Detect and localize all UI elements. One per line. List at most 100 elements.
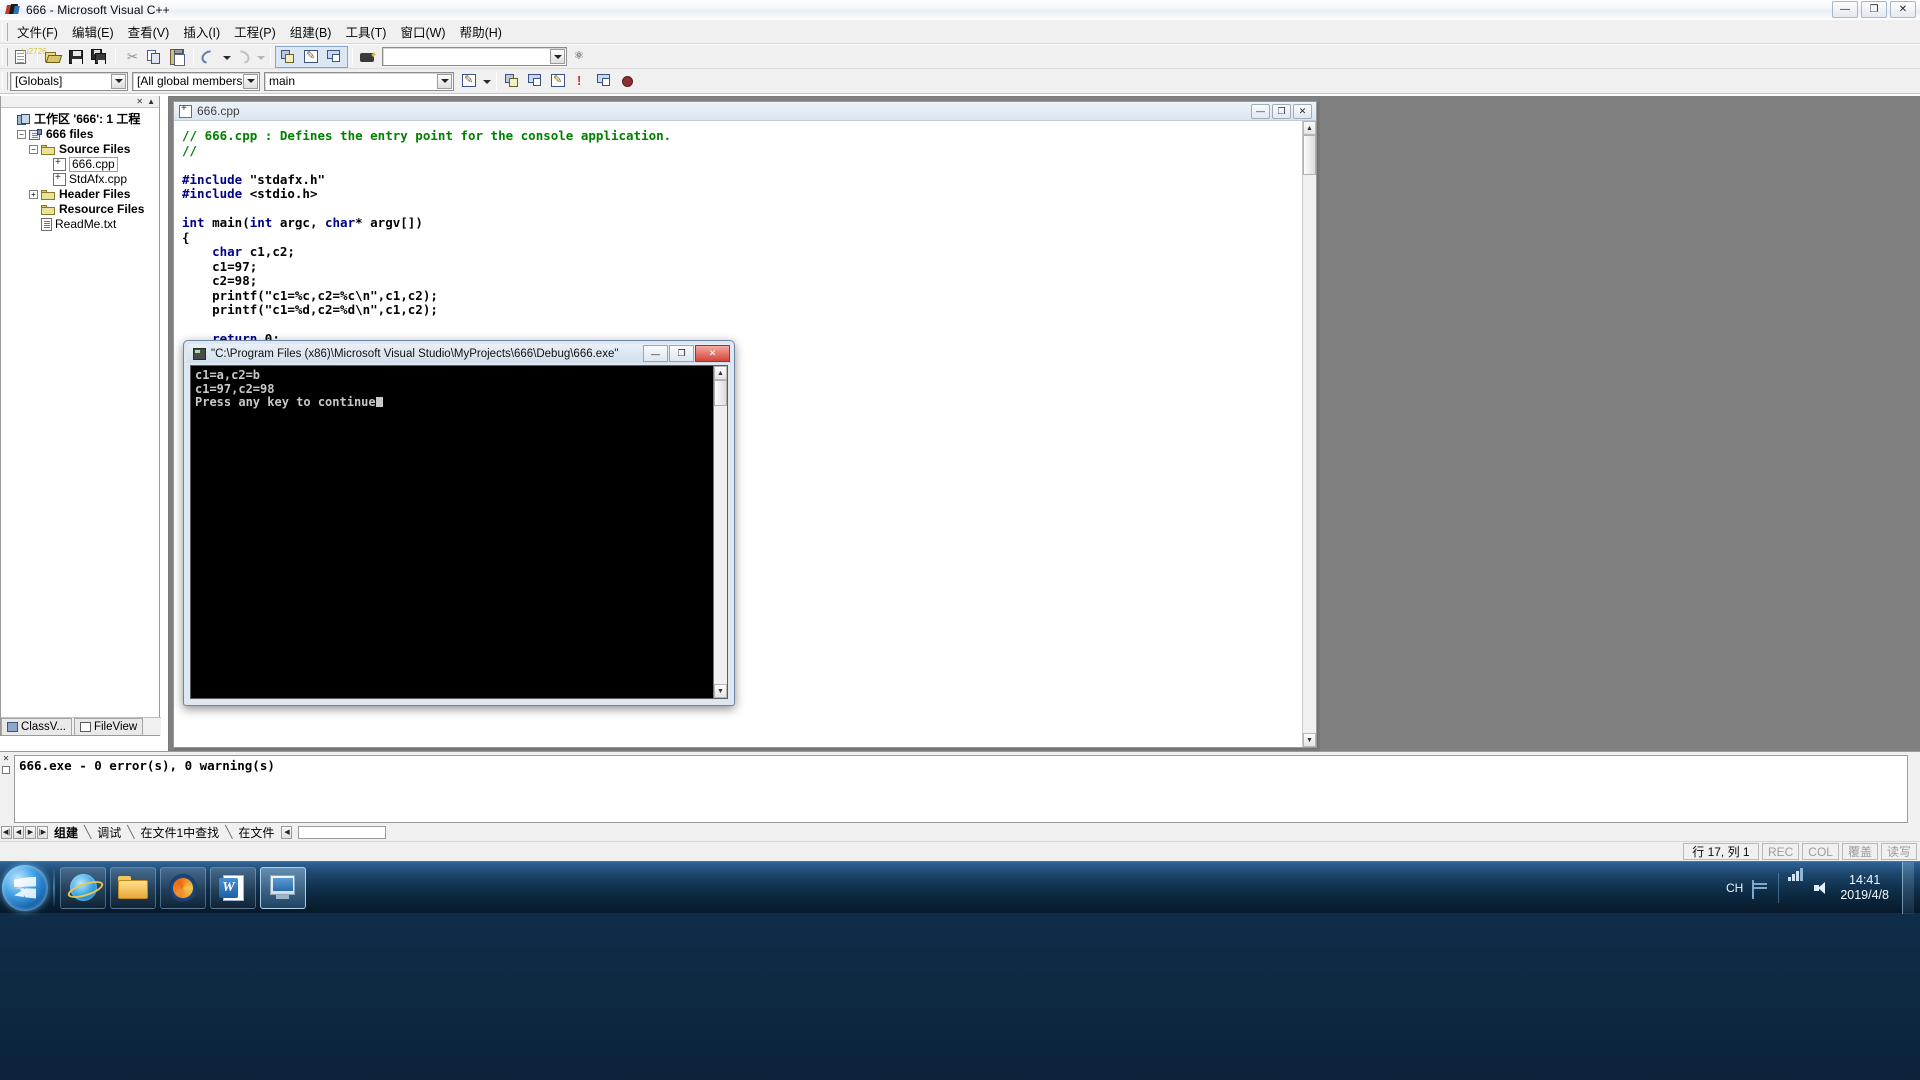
compile-button[interactable]	[502, 71, 523, 91]
scroll-up-icon[interactable]: ▲	[145, 97, 157, 106]
save-button[interactable]	[66, 47, 87, 67]
insert-breakpoint-button[interactable]	[617, 71, 638, 91]
tab-file-view[interactable]: FileView	[73, 718, 144, 735]
output-horizontal-scrollbar[interactable]	[298, 825, 387, 839]
undo-dropdown[interactable]	[221, 47, 232, 67]
chevron-down-icon[interactable]	[550, 49, 565, 64]
minimize-button[interactable]: —	[1832, 1, 1858, 18]
tree-item[interactable]: ReadMe.txt	[5, 217, 159, 232]
find-in-files-button[interactable]: ✦	[358, 47, 379, 67]
members-combo[interactable]: [All global members	[132, 71, 260, 91]
scroll-down-icon[interactable]: ▼	[714, 684, 727, 698]
editor-close-button[interactable]: ✕	[1293, 103, 1312, 119]
workspace-toggle-button[interactable]	[278, 47, 299, 67]
globals-combo[interactable]: [Globals]	[10, 71, 128, 91]
menu-tools[interactable]: 工具(T)	[338, 19, 393, 44]
menu-view[interactable]: 查看(V)	[121, 19, 177, 44]
menu-file[interactable]: 文件(F)	[10, 19, 65, 44]
maximize-button[interactable]: ❐	[1861, 1, 1887, 18]
menu-window[interactable]: 窗口(W)	[393, 19, 452, 44]
tab-scroll-last[interactable]: |▶	[37, 825, 48, 839]
console-output-area[interactable]: c1=a,c2=b c1=97,c2=98 Press any key to con…	[190, 365, 728, 699]
menu-help[interactable]: 帮助(H)	[453, 19, 509, 44]
tree-item[interactable]: − 666 files	[5, 127, 159, 142]
menu-edit[interactable]: 编辑(E)	[65, 19, 121, 44]
editor-minimize-button[interactable]: —	[1251, 103, 1270, 119]
paste-button[interactable]	[167, 47, 188, 67]
console-minimize-button[interactable]: —	[643, 345, 668, 362]
new-document-button[interactable]: \u2726	[11, 47, 46, 67]
scrollbar-track[interactable]	[714, 406, 727, 684]
stop-build-button[interactable]	[548, 71, 569, 91]
tree-item[interactable]: 666.cpp	[5, 157, 159, 172]
expand-icon[interactable]: +	[29, 190, 38, 199]
editor-restore-button[interactable]: ❐	[1272, 103, 1291, 119]
collapse-icon[interactable]: −	[17, 130, 26, 139]
tree-item[interactable]: 工作区 '666': 1 工程	[5, 112, 159, 127]
taskbar-word[interactable]: W	[210, 866, 256, 909]
tree-item[interactable]: − Source Files	[5, 142, 159, 157]
editor-vertical-scrollbar[interactable]: ▲ ▼	[1302, 121, 1316, 747]
output-tab-debug[interactable]: 调试	[91, 824, 127, 841]
execute-button[interactable]: !	[571, 71, 592, 91]
output-toggle-button[interactable]	[301, 47, 322, 67]
cut-button[interactable]: ✂	[121, 47, 142, 67]
find-button[interactable]: ⚛	[571, 47, 592, 67]
chevron-down-icon[interactable]	[243, 73, 258, 89]
tree-item[interactable]: Resource Files	[5, 202, 159, 217]
copy-button[interactable]	[144, 47, 165, 67]
network-icon[interactable]	[1788, 867, 1805, 896]
symbol-combo[interactable]: main	[264, 71, 454, 91]
tab-scroll-left[interactable]: ◀	[13, 825, 24, 839]
go-debug-button[interactable]	[594, 71, 615, 91]
scroll-up-icon[interactable]: ▲	[1303, 121, 1316, 135]
redo-dropdown[interactable]	[255, 47, 266, 67]
scrollbar-track[interactable]	[1303, 175, 1316, 733]
close-icon[interactable]: ✕	[3, 754, 10, 763]
tab-scroll-first[interactable]: ◀|	[1, 825, 12, 839]
open-file-button[interactable]	[43, 47, 64, 67]
start-button[interactable]	[2, 864, 48, 911]
output-tab-find-in-files-2[interactable]: 在文件	[232, 824, 280, 841]
chevron-down-icon[interactable]	[111, 73, 126, 89]
taskbar-firefox[interactable]	[160, 866, 206, 909]
scroll-down-icon[interactable]: ▼	[1303, 733, 1316, 747]
output-tab-find-in-files-1[interactable]: 在文件1中查找	[135, 824, 226, 841]
ime-indicator[interactable]: CH	[1726, 881, 1743, 895]
taskbar-explorer[interactable]	[110, 866, 156, 909]
build-output-text[interactable]: 666.exe - 0 error(s), 0 warning(s)	[14, 755, 1908, 823]
scroll-up-icon[interactable]: ▲	[714, 366, 727, 380]
console-scrollbar[interactable]: ▲ ▼	[713, 366, 727, 698]
close-button[interactable]: ✕	[1890, 1, 1916, 18]
redo-button[interactable]	[232, 47, 254, 67]
menu-build[interactable]: 组建(B)	[283, 19, 339, 44]
tab-overflow[interactable]: ◀	[281, 825, 293, 839]
tab-class-view[interactable]: ClassV...	[1, 718, 72, 735]
tab-scroll-right[interactable]: ▶	[25, 825, 36, 839]
save-all-button[interactable]	[89, 47, 110, 67]
build-button[interactable]	[525, 71, 546, 91]
scrollbar-thumb[interactable]	[1303, 135, 1316, 175]
console-maximize-button[interactable]: ❐	[669, 345, 694, 362]
collapse-icon[interactable]: −	[29, 145, 38, 154]
resize-handle-icon[interactable]	[2, 766, 10, 774]
clock[interactable]: 14:41 2019/4/8	[1840, 873, 1889, 903]
menu-project[interactable]: 工程(P)	[227, 19, 283, 44]
tree-item[interactable]: StdAfx.cpp	[5, 172, 159, 187]
undo-button[interactable]	[198, 47, 220, 67]
console-window[interactable]: "C:\Program Files (x86)\Microsoft Visual…	[183, 340, 735, 706]
output-tab-build[interactable]: 组建	[48, 824, 84, 841]
find-combo[interactable]	[382, 47, 567, 66]
chevron-down-icon[interactable]	[437, 73, 452, 89]
scrollbar-thumb[interactable]	[714, 380, 727, 406]
window-list-button[interactable]	[324, 47, 345, 67]
menu-insert[interactable]: 插入(I)	[176, 19, 227, 44]
taskbar-vcpp[interactable]	[260, 866, 306, 909]
go-to-definition-button[interactable]	[459, 71, 480, 91]
definition-dropdown[interactable]	[481, 71, 492, 91]
close-icon[interactable]: ✕	[134, 97, 145, 106]
taskbar-ie[interactable]	[60, 866, 106, 909]
console-close-button[interactable]: ✕	[695, 345, 730, 362]
volume-icon[interactable]	[1814, 881, 1831, 896]
show-desktop-button[interactable]	[1902, 862, 1914, 914]
